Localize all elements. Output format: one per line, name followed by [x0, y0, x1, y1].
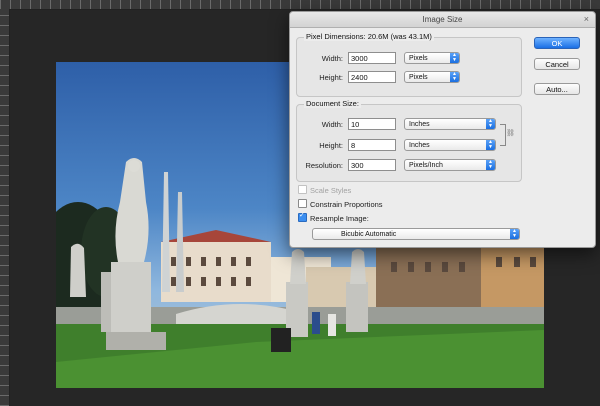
- document-size-heading: Document Size:: [304, 99, 361, 108]
- dialog-title: Image Size: [422, 15, 463, 24]
- resolution-label: Resolution:: [305, 161, 343, 170]
- dropdown-arrow-icon: ▲ ▼: [510, 229, 519, 239]
- resolution-input[interactable]: 300: [348, 159, 396, 171]
- height-label: Height:: [319, 73, 343, 82]
- resolution-unit-select[interactable]: Pixels/Inch ▲ ▼: [404, 159, 496, 171]
- pixel-width-unit-select[interactable]: Pixels ▲ ▼: [404, 52, 460, 64]
- doc-height-input[interactable]: 8: [348, 139, 396, 151]
- link-icon: ⛓: [506, 130, 515, 137]
- dropdown-arrow-icon: ▲ ▼: [486, 140, 495, 150]
- checkbox-box: [298, 199, 307, 208]
- checkmark-icon: [298, 211, 307, 222]
- dropdown-arrow-icon: ▲ ▼: [450, 72, 459, 82]
- pixel-width-input[interactable]: 3000: [348, 52, 396, 64]
- width-label: Width:: [321, 54, 343, 63]
- dropdown-arrow-icon: ▲ ▼: [486, 119, 495, 129]
- pixel-dimensions-heading: Pixel Dimensions: 20.6M (was 43.1M): [304, 32, 434, 41]
- dropdown-arrow-icon: ▲ ▼: [450, 53, 459, 63]
- constrain-proportions-checkbox[interactable]: Constrain Proportions: [298, 199, 383, 209]
- checkbox-box: [298, 185, 307, 194]
- resample-image-checkbox[interactable]: Resample Image:: [298, 211, 369, 223]
- close-icon[interactable]: ×: [584, 12, 589, 27]
- doc-height-label: Height:: [319, 141, 343, 150]
- doc-height-unit-select[interactable]: Inches ▲ ▼: [404, 139, 496, 151]
- auto-button[interactable]: Auto...: [534, 83, 580, 95]
- doc-width-input[interactable]: 10: [348, 118, 396, 130]
- dialog-titlebar[interactable]: Image Size ×: [290, 12, 595, 28]
- ok-button[interactable]: OK: [534, 37, 580, 49]
- resample-method-select[interactable]: Bicubic Automatic ▲ ▼: [312, 228, 520, 240]
- cancel-button[interactable]: Cancel: [534, 58, 580, 70]
- vertical-ruler[interactable]: [0, 9, 10, 406]
- doc-width-label: Width:: [321, 120, 343, 129]
- horizontal-ruler[interactable]: [0, 0, 600, 10]
- pixel-dimensions-group: [296, 37, 522, 97]
- doc-width-unit-select[interactable]: Inches ▲ ▼: [404, 118, 496, 130]
- scale-styles-checkbox[interactable]: Scale Styles: [298, 185, 351, 195]
- pixel-height-unit-select[interactable]: Pixels ▲ ▼: [404, 71, 460, 83]
- image-size-dialog: Image Size × Pixel Dimensions: 20.6M (wa…: [289, 11, 596, 248]
- pixel-dimensions-value: 20.6M (was 43.1M): [367, 32, 432, 41]
- dropdown-arrow-icon: ▲ ▼: [486, 160, 495, 170]
- pixel-height-input[interactable]: 2400: [348, 71, 396, 83]
